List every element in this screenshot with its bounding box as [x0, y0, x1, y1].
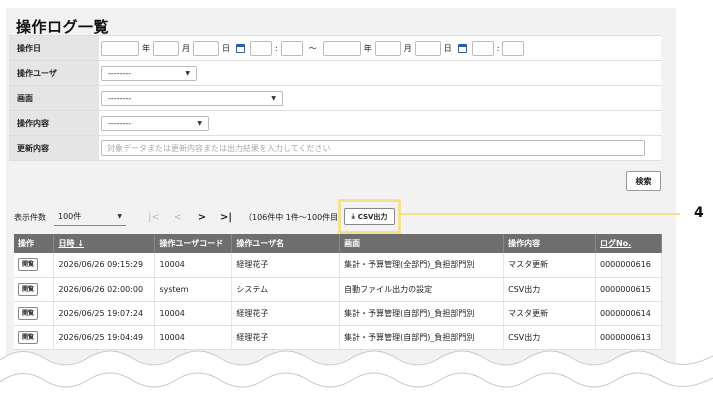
cell-screen: 集計・予算管理(全部門)_負担部門別 — [339, 253, 505, 278]
chevron-down-icon: ▼ — [271, 94, 276, 102]
user-select[interactable]: -------- ▼ — [101, 65, 197, 81]
header-user-name: 操作ユーザ名 — [231, 234, 341, 253]
end-minute-input[interactable] — [502, 40, 525, 56]
content-select-value: -------- — [108, 118, 132, 128]
csv-export-button[interactable]: ⤓ CSV出力 — [344, 208, 395, 225]
filter-form: 操作日 年 月 日 : ～ 年 月 日 : 操作ユーザ -------- ▼ 画… — [9, 35, 661, 161]
screen-select[interactable]: -------- ▼ — [101, 90, 283, 106]
filter-row-user: 操作ユーザ -------- ▼ — [9, 61, 661, 86]
user-select-value: -------- — [108, 68, 132, 78]
page-title: 操作ログ一覧 — [16, 18, 110, 36]
month-unit: 月 — [403, 43, 412, 53]
detail-button[interactable]: 開覧 — [18, 258, 38, 272]
detail-button[interactable]: 開覧 — [18, 306, 38, 320]
filter-label-date: 操作日 — [9, 36, 99, 60]
download-icon: ⤓ — [351, 212, 355, 220]
cell-user-name: 経理花子 — [231, 253, 341, 278]
per-page-select[interactable]: 100件 ▼ — [54, 208, 126, 226]
start-minute-input[interactable] — [280, 40, 303, 56]
start-day-input[interactable] — [193, 40, 219, 56]
search-button[interactable]: 検索 — [626, 171, 661, 191]
table-row: 開覧 2026/06/26 09:15:29 10004 経理花子 集計・予算管… — [14, 253, 663, 278]
time-separator: : — [275, 43, 278, 53]
year-unit: 年 — [142, 43, 150, 53]
end-year-input[interactable] — [322, 40, 361, 56]
day-unit: 日 — [443, 43, 452, 53]
next-page-icon[interactable]: > — [190, 212, 214, 223]
table-row: 開覧 2026/06/26 02:00:00 system システム 自動ファイ… — [14, 277, 663, 302]
result-count: （106件中 1件～100件目） — [244, 212, 347, 222]
log-table: 操作 日時 ↓ 操作ユーザコード 操作ユーザ名 画面 操作内容 ログNo. 開覧… — [14, 234, 663, 350]
chevron-down-icon: ▼ — [185, 69, 190, 77]
cell-log-no: 0000000615 — [595, 277, 663, 302]
filter-label-update: 更新内容 — [9, 136, 99, 160]
callout-line — [401, 213, 680, 215]
filter-row-screen: 画面 -------- ▼ — [9, 86, 661, 111]
header-log-no[interactable]: ログNo. — [595, 234, 663, 253]
table-header-row: 操作 日時 ↓ 操作ユーザコード 操作ユーザ名 画面 操作内容 ログNo. — [14, 234, 663, 253]
filter-row-update: 更新内容 対象データまたは更新内容または出力結果を入力してください — [9, 136, 661, 161]
header-datetime[interactable]: 日時 ↓ — [53, 234, 156, 253]
pagination: |< < > >| — [142, 212, 238, 223]
cell-screen: 集計・予算管理(自部門)_負担部門別 — [339, 301, 505, 326]
callout-number: 4 — [694, 205, 704, 221]
table-row: 開覧 2026/06/25 19:07:24 10004 経理花子 集計・予算管… — [14, 301, 663, 326]
header-screen: 画面 — [339, 234, 505, 253]
detail-button[interactable]: 開覧 — [18, 282, 38, 296]
torn-edge-divider — [0, 350, 713, 411]
cell-user-code: 10004 — [154, 301, 233, 326]
year-unit: 年 — [363, 43, 372, 53]
per-page-value: 100件 — [58, 212, 82, 221]
cell-user-name: 経理花子 — [231, 301, 341, 326]
cell-log-no: 0000000614 — [595, 301, 663, 326]
day-unit: 日 — [222, 43, 230, 53]
cell-content: CSV出力 — [503, 277, 596, 302]
time-separator: : — [496, 43, 500, 53]
screen-select-value: -------- — [108, 93, 132, 103]
per-page-label: 表示件数 — [14, 212, 46, 222]
end-hour-input[interactable] — [471, 40, 494, 56]
filter-label-content: 操作内容 — [9, 111, 99, 135]
first-page-icon[interactable]: |< — [142, 212, 166, 223]
prev-page-icon[interactable]: < — [166, 212, 190, 223]
cell-datetime: 2026/06/26 02:00:00 — [53, 277, 156, 302]
csv-export-label: CSV出力 — [357, 212, 388, 221]
filter-label-screen: 画面 — [9, 86, 99, 110]
update-content-input[interactable]: 対象データまたは更新内容または出力結果を入力してください — [101, 140, 645, 156]
header-action: 操作 — [14, 234, 55, 253]
start-year-input[interactable] — [101, 40, 139, 56]
cell-screen: 自動ファイル出力の設定 — [339, 277, 505, 302]
filter-label-user: 操作ユーザ — [9, 61, 99, 85]
calendar-icon[interactable] — [236, 43, 245, 53]
cell-user-name: システム — [231, 277, 341, 302]
filter-row-content: 操作内容 -------- ▼ — [9, 111, 661, 136]
header-user-code: 操作ユーザコード — [154, 234, 233, 253]
end-month-input[interactable] — [374, 40, 401, 56]
cell-user-code: 10004 — [154, 253, 233, 278]
start-hour-input[interactable] — [250, 40, 272, 56]
range-separator: ～ — [308, 43, 317, 53]
chevron-down-icon: ▼ — [117, 213, 122, 220]
chevron-down-icon: ▼ — [197, 119, 202, 127]
end-day-input[interactable] — [414, 40, 441, 56]
date-range: 年 月 日 : ～ 年 月 日 : — [99, 36, 661, 60]
calendar-icon[interactable] — [457, 43, 467, 53]
month-unit: 月 — [182, 43, 190, 53]
list-toolbar: 表示件数 100件 ▼ |< < > >| （106件中 1件～100件目） — [14, 208, 346, 226]
start-month-input[interactable] — [153, 40, 179, 56]
filter-row-date: 操作日 年 月 日 : ～ 年 月 日 : — [9, 36, 661, 61]
cell-content: マスタ更新 — [503, 301, 596, 326]
cell-content: マスタ更新 — [503, 253, 596, 278]
content-select[interactable]: -------- ▼ — [101, 115, 209, 131]
cell-user-code: system — [154, 277, 233, 302]
header-content: 操作内容 — [503, 234, 596, 253]
cell-datetime: 2026/06/25 19:07:24 — [53, 301, 156, 326]
cell-datetime: 2026/06/26 09:15:29 — [53, 253, 156, 278]
last-page-icon[interactable]: >| — [214, 212, 238, 223]
cell-log-no: 0000000616 — [595, 253, 663, 278]
